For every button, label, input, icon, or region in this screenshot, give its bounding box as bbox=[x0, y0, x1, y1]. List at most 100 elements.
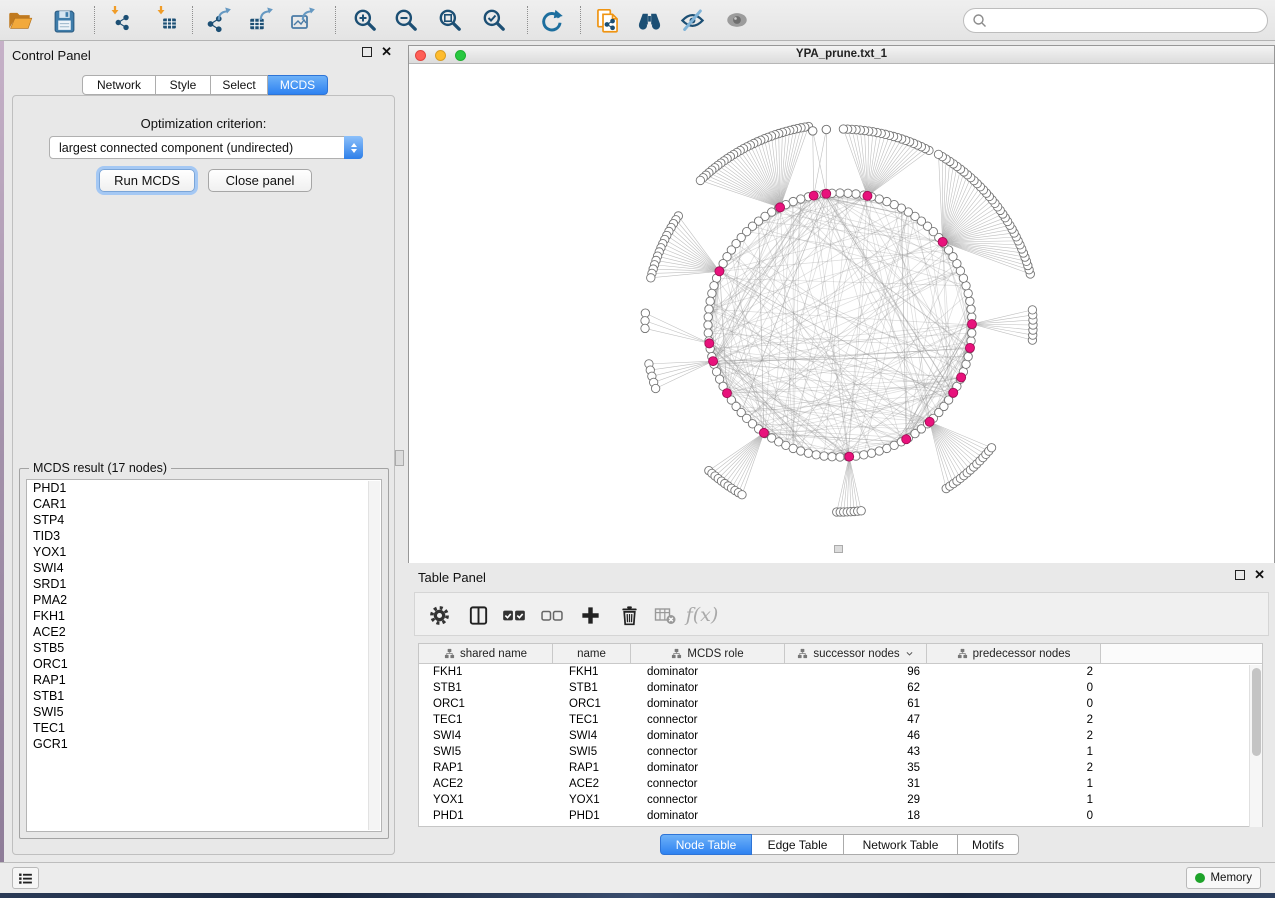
toolbar-search[interactable] bbox=[963, 8, 1268, 33]
table-row[interactable]: YOX1YOX1connector291 bbox=[419, 792, 1262, 808]
table-cell[interactable]: connector bbox=[631, 792, 785, 808]
table-cell[interactable]: 61 bbox=[785, 696, 927, 712]
mcds-result-list[interactable]: PHD1CAR1STP4TID3YOX1SWI4SRD1PMA2FKH1ACE2… bbox=[26, 479, 382, 832]
search-input[interactable] bbox=[987, 12, 1267, 30]
column-header-mcds-role[interactable]: MCDS role bbox=[631, 644, 785, 663]
column-header-name[interactable]: name bbox=[553, 644, 631, 663]
search-network-button[interactable] bbox=[631, 3, 667, 37]
column-header-predecessor-nodes[interactable]: predecessor nodes bbox=[927, 644, 1101, 663]
zoom-fit-button[interactable] bbox=[432, 3, 468, 37]
table-cell[interactable]: ORC1 bbox=[553, 696, 631, 712]
column-header-successor-nodes[interactable]: successor nodes bbox=[785, 644, 927, 663]
mcds-result-item[interactable]: YOX1 bbox=[27, 544, 381, 560]
table-row[interactable]: SWI5SWI5connector431 bbox=[419, 744, 1262, 760]
table-cell[interactable]: 1 bbox=[927, 776, 1101, 792]
table-cell[interactable]: 1 bbox=[927, 792, 1101, 808]
table-scrollbar-thumb[interactable] bbox=[1252, 668, 1261, 756]
network-window-titlebar[interactable]: YPA_prune.txt_1 bbox=[409, 46, 1274, 64]
mcds-result-item[interactable]: CAR1 bbox=[27, 496, 381, 512]
mcds-result-item[interactable]: STP4 bbox=[27, 512, 381, 528]
mcds-result-item[interactable]: PHD1 bbox=[27, 480, 381, 496]
table-cell[interactable]: SWI5 bbox=[553, 744, 631, 760]
table-scrollbar[interactable] bbox=[1249, 665, 1262, 827]
table-row[interactable]: RAP1RAP1dominator352 bbox=[419, 760, 1262, 776]
mcds-result-item[interactable]: SWI5 bbox=[27, 704, 381, 720]
table-settings-button[interactable] bbox=[422, 598, 456, 632]
run-mcds-button[interactable]: Run MCDS bbox=[99, 169, 195, 192]
table-cell[interactable]: YOX1 bbox=[553, 792, 631, 808]
column-visibility-button[interactable] bbox=[461, 598, 495, 632]
mcds-result-item[interactable]: TID3 bbox=[27, 528, 381, 544]
zoom-in-button[interactable] bbox=[347, 3, 383, 37]
export-image-button[interactable] bbox=[286, 3, 322, 37]
table-row[interactable]: TEC1TEC1connector472 bbox=[419, 712, 1262, 728]
memory-button[interactable]: Memory bbox=[1186, 867, 1261, 889]
tab-network[interactable]: Network bbox=[82, 75, 156, 95]
table-cell[interactable]: TEC1 bbox=[553, 712, 631, 728]
table-cell[interactable]: 29 bbox=[785, 792, 927, 808]
table-cell[interactable]: 0 bbox=[927, 680, 1101, 696]
table-row[interactable]: ACE2ACE2connector311 bbox=[419, 776, 1262, 792]
tab-edge-table[interactable]: Edge Table bbox=[752, 834, 844, 855]
table-cell[interactable]: 43 bbox=[785, 744, 927, 760]
float-panel-icon[interactable] bbox=[362, 47, 372, 57]
mcds-result-item[interactable]: TEC1 bbox=[27, 720, 381, 736]
table-cell[interactable]: ACE2 bbox=[553, 776, 631, 792]
deselect-all-button[interactable] bbox=[535, 598, 569, 632]
table-cell[interactable]: YOX1 bbox=[419, 792, 553, 808]
select-stepper-icon[interactable] bbox=[344, 136, 363, 159]
save-session-button[interactable] bbox=[46, 3, 82, 37]
table-cell[interactable]: dominator bbox=[631, 680, 785, 696]
table-row[interactable]: STB1STB1dominator620 bbox=[419, 680, 1262, 696]
table-cell[interactable]: 18 bbox=[785, 808, 927, 824]
show-all-button[interactable] bbox=[719, 3, 755, 37]
mcds-result-item[interactable]: ORC1 bbox=[27, 656, 381, 672]
table-cell[interactable]: 1 bbox=[927, 744, 1101, 760]
table-cell[interactable]: PHD1 bbox=[419, 808, 553, 824]
tab-mcds[interactable]: MCDS bbox=[268, 75, 328, 95]
table-cell[interactable]: 0 bbox=[927, 696, 1101, 712]
table-cell[interactable]: 47 bbox=[785, 712, 927, 728]
table-cell[interactable]: TEC1 bbox=[419, 712, 553, 728]
tab-node-table[interactable]: Node Table bbox=[660, 834, 752, 855]
table-cell[interactable]: ACE2 bbox=[419, 776, 553, 792]
zoom-selected-button[interactable] bbox=[476, 3, 512, 37]
table-cell[interactable]: 62 bbox=[785, 680, 927, 696]
add-column-button[interactable] bbox=[573, 598, 607, 632]
close-panel-icon[interactable]: ✕ bbox=[381, 47, 392, 57]
float-table-panel-icon[interactable] bbox=[1235, 570, 1245, 580]
table-cell[interactable]: dominator bbox=[631, 696, 785, 712]
table-cell[interactable]: dominator bbox=[631, 664, 785, 680]
mcds-result-item[interactable]: STB1 bbox=[27, 688, 381, 704]
table-cell[interactable]: 46 bbox=[785, 728, 927, 744]
optimization-criterion-select[interactable]: largest connected component (undirected) bbox=[49, 136, 363, 159]
table-cell[interactable]: RAP1 bbox=[419, 760, 553, 776]
zoom-out-button[interactable] bbox=[388, 3, 424, 37]
table-cell[interactable]: dominator bbox=[631, 760, 785, 776]
refresh-button[interactable] bbox=[533, 3, 569, 37]
table-cell[interactable]: 2 bbox=[927, 728, 1101, 744]
mcds-result-item[interactable]: SRD1 bbox=[27, 576, 381, 592]
vertical-splitter-handle[interactable] bbox=[395, 450, 404, 466]
close-panel-button[interactable]: Close panel bbox=[208, 169, 312, 192]
export-network-button[interactable] bbox=[202, 3, 238, 37]
mcds-result-item[interactable]: STB5 bbox=[27, 640, 381, 656]
table-row[interactable]: PHD1PHD1dominator180 bbox=[419, 808, 1262, 824]
table-cell[interactable]: FKH1 bbox=[553, 664, 631, 680]
table-cell[interactable]: dominator bbox=[631, 808, 785, 824]
table-cell[interactable]: connector bbox=[631, 744, 785, 760]
table-cell[interactable]: connector bbox=[631, 712, 785, 728]
column-header-shared-name[interactable]: shared name bbox=[419, 644, 553, 663]
table-cell[interactable]: FKH1 bbox=[419, 664, 553, 680]
tab-network-table[interactable]: Network Table bbox=[844, 834, 958, 855]
task-history-button[interactable] bbox=[12, 867, 39, 889]
hide-selection-button[interactable] bbox=[674, 3, 710, 37]
table-cell[interactable]: STB1 bbox=[553, 680, 631, 696]
tab-select[interactable]: Select bbox=[211, 75, 268, 95]
table-cell[interactable]: 2 bbox=[927, 760, 1101, 776]
delete-table-button[interactable] bbox=[648, 598, 682, 632]
table-row[interactable]: ORC1ORC1dominator610 bbox=[419, 696, 1262, 712]
mcds-result-item[interactable]: PMA2 bbox=[27, 592, 381, 608]
import-table-button[interactable] bbox=[148, 3, 184, 37]
table-cell[interactable]: dominator bbox=[631, 728, 785, 744]
